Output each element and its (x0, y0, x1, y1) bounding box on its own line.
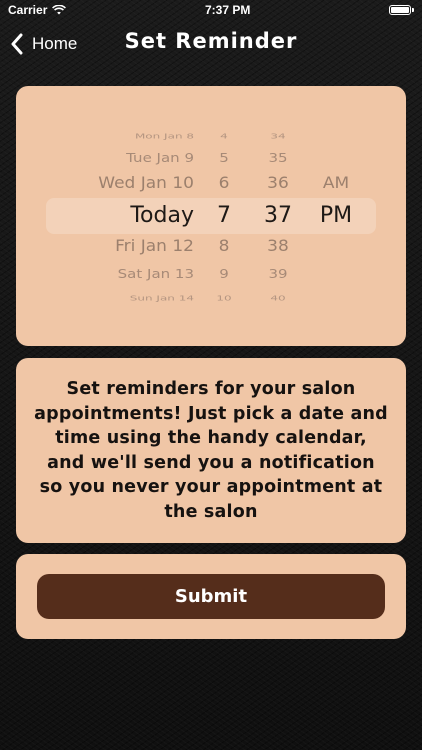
picker-date: Today (130, 203, 194, 228)
page-title: Set Reminder (124, 29, 298, 53)
picker-minute: 35 (268, 151, 288, 166)
status-time: 7:37 PM (205, 3, 251, 17)
picker-hour: 4 (220, 132, 228, 141)
picker-minute: 36 (267, 173, 289, 193)
navigation-bar: Home Set Reminder (0, 22, 422, 66)
picker-hour: 8 (218, 236, 230, 256)
info-text: Set reminders for your salon appointment… (34, 379, 388, 522)
carrier-label: Carrier (8, 3, 48, 17)
date-time-picker[interactable]: Mon Jan 8 4 34 Tue Jan 9 5 35 Wed Jan 10 6 36 AM T… (16, 86, 406, 346)
picker-date: Mon Jan 8 (134, 132, 194, 141)
submit-card: Submit (16, 554, 406, 639)
wifi-icon (52, 5, 67, 15)
picker-hour: 5 (219, 151, 229, 166)
picker-row[interactable]: Tue Jan 9 5 35 (16, 151, 406, 175)
picker-ampm: AM (322, 173, 350, 193)
status-left: Carrier (8, 3, 67, 17)
picker-minute: 40 (270, 294, 286, 303)
picker-hour: 7 (217, 203, 231, 228)
picker-minute: 37 (264, 203, 292, 228)
picker-date: Fri Jan 12 (115, 236, 194, 256)
picker-row[interactable]: Mon Jan 8 4 34 (16, 132, 406, 150)
picker-row[interactable]: Sat Jan 13 9 39 (16, 267, 406, 291)
picker-ampm: PM (319, 203, 353, 228)
picker-date: Wed Jan 10 (98, 173, 194, 193)
picker-hour: 10 (216, 294, 232, 303)
picker-row[interactable]: Fri Jan 12 8 38 (16, 237, 406, 266)
submit-button[interactable]: Submit (37, 574, 385, 619)
picker-date: Sun Jan 14 (129, 294, 194, 303)
picker-date: Sat Jan 13 (117, 267, 194, 282)
picker-minute: 39 (268, 267, 288, 282)
picker-row[interactable]: Sun Jan 14 10 40 (16, 294, 406, 312)
info-card: Set reminders for your salon appointment… (16, 358, 406, 543)
picker-minute: 34 (270, 132, 286, 141)
picker-hour: 9 (219, 267, 229, 282)
battery-icon (389, 5, 414, 15)
picker-hour: 6 (218, 173, 230, 193)
picker-date: Tue Jan 9 (126, 151, 194, 166)
picker-row[interactable]: Wed Jan 10 6 36 AM (16, 174, 406, 203)
status-bar: Carrier 7:37 PM (0, 0, 422, 20)
picker-row-selected[interactable]: Today 7 37 PM (16, 203, 406, 233)
picker-minute: 38 (267, 236, 289, 256)
